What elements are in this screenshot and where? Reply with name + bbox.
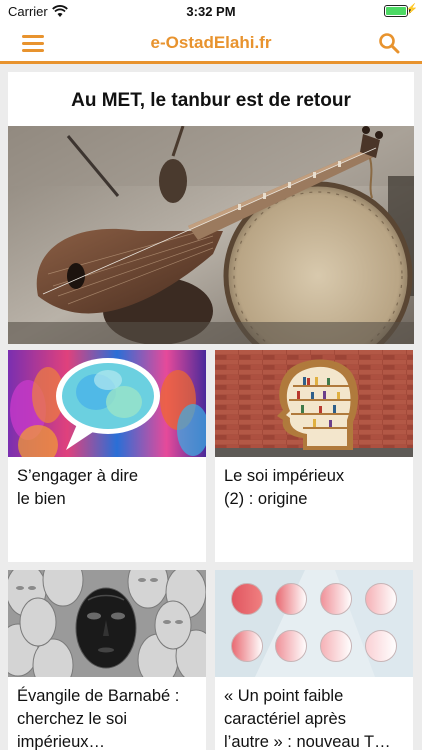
article-thumbnail <box>215 570 413 677</box>
article-title: « Un point faible caractériel après l’au… <box>224 687 391 750</box>
article-title: Évangile de Barnabé : cherchez le soi im… <box>17 687 180 750</box>
app-title: e-OstadElahi.fr <box>150 33 272 52</box>
top-nav-bar: e-OstadElahi.fr <box>0 24 422 64</box>
search-icon[interactable] <box>378 32 400 54</box>
charging-icon: ⚡ <box>405 4 418 15</box>
article-feed[interactable]: Au MET, le tanbur est de retour S’engage… <box>0 67 422 750</box>
featured-article-card[interactable]: Au MET, le tanbur est de retour <box>8 72 414 344</box>
article-card[interactable]: Évangile de Barnabé : cherchez le soi im… <box>8 570 206 750</box>
status-bar: Carrier 3:32 PM ⚡ <box>0 0 422 24</box>
featured-article-image <box>8 126 414 344</box>
article-thumbnail <box>8 350 206 457</box>
article-title: S’engager à dire le bien <box>17 467 139 508</box>
article-thumbnail <box>8 570 206 677</box>
article-thumbnail <box>215 350 413 457</box>
article-card[interactable]: « Un point faible caractériel après l’au… <box>215 570 413 750</box>
article-card[interactable]: S’engager à dire le bien <box>8 350 206 562</box>
article-title: Le soi impérieux (2) : origine <box>224 467 345 508</box>
article-card[interactable]: Le soi impérieux (2) : origine <box>215 350 413 562</box>
status-time: 3:32 PM <box>186 4 236 19</box>
featured-article-title: Au MET, le tanbur est de retour <box>71 90 351 111</box>
battery-icon <box>384 5 411 17</box>
